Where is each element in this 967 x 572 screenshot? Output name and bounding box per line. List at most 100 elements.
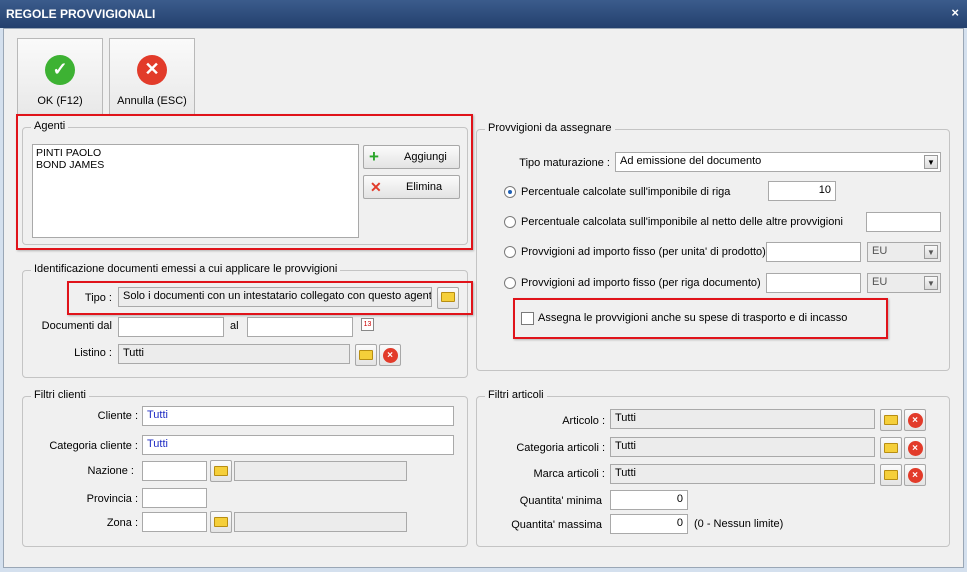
x-icon: ✕ bbox=[370, 179, 382, 195]
opt2-label: Percentuale calcolata sull'imponibile al… bbox=[521, 216, 843, 228]
documenti-dal-field[interactable] bbox=[118, 317, 224, 337]
remove-agent-label: Elimina bbox=[406, 181, 443, 193]
opt3-label: Provvigioni ad importo fisso (per unita'… bbox=[521, 246, 766, 258]
categoria-articoli-label: Categoria articoli : bbox=[516, 442, 605, 454]
marca-articoli-field[interactable]: Tutti bbox=[610, 464, 875, 484]
tipo-field[interactable]: Solo i documenti con un intestatario col… bbox=[118, 287, 432, 307]
assegna-label: Assegna le provvigioni anche su spese di… bbox=[538, 312, 848, 324]
cancel-button[interactable]: ✕ Annulla (ESC) bbox=[109, 38, 195, 116]
articolo-label: Articolo : bbox=[562, 415, 605, 427]
tipo-maturazione-label: Tipo maturazione : bbox=[519, 157, 610, 169]
radio-percentuale-netto[interactable] bbox=[504, 216, 516, 228]
opt2-field[interactable] bbox=[866, 212, 941, 232]
add-agent-label: Aggiungi bbox=[404, 151, 447, 163]
close-icon[interactable]: × bbox=[951, 5, 959, 20]
articolo-clear-button[interactable]: × bbox=[904, 409, 926, 431]
ok-button[interactable]: ✓ OK (F12) bbox=[17, 38, 103, 116]
opt4-currency-select[interactable]: EU ▼ bbox=[867, 273, 941, 293]
nazione-label: Nazione : bbox=[87, 465, 134, 477]
close-icon: ✕ bbox=[137, 55, 167, 85]
listino-folder-button[interactable] bbox=[355, 344, 377, 366]
radio-fisso-riga[interactable] bbox=[504, 277, 516, 289]
listino-clear-button[interactable]: × bbox=[379, 344, 401, 366]
window-title: REGOLE PROVVIGIONALI bbox=[6, 7, 156, 21]
check-icon: ✓ bbox=[45, 55, 75, 85]
folder-icon bbox=[884, 470, 898, 480]
zona-desc-field bbox=[234, 512, 407, 532]
opt3-currency-value: EU bbox=[872, 245, 888, 257]
listino-field[interactable]: Tutti bbox=[118, 344, 350, 364]
provvigioni-legend: Provvigioni da assegnare bbox=[485, 122, 615, 134]
articolo-field[interactable]: Tutti bbox=[610, 409, 875, 429]
chevron-down-icon[interactable]: ▼ bbox=[924, 276, 938, 290]
marca-articoli-label: Marca articoli : bbox=[533, 468, 605, 480]
folder-icon bbox=[441, 292, 455, 302]
delete-icon: × bbox=[907, 413, 923, 428]
al-label: al bbox=[230, 320, 239, 332]
folder-icon bbox=[214, 466, 228, 476]
tipo-picker-button[interactable] bbox=[437, 287, 459, 309]
zona-folder-button[interactable] bbox=[210, 511, 232, 533]
zona-code-field[interactable] bbox=[142, 512, 207, 532]
opt4-field[interactable] bbox=[766, 273, 861, 293]
ok-button-label: OK (F12) bbox=[37, 95, 83, 107]
documenti-dal-label: Documenti dal bbox=[41, 320, 112, 332]
remove-agent-button[interactable]: ✕ Elimina bbox=[363, 175, 460, 199]
chevron-down-icon[interactable]: ▼ bbox=[924, 155, 938, 169]
list-item[interactable]: PINTI PAOLO bbox=[36, 147, 355, 159]
quantita-minima-field[interactable]: 0 bbox=[610, 490, 688, 510]
chevron-down-icon[interactable]: ▼ bbox=[924, 245, 938, 259]
quantita-minima-label: Quantita' minima bbox=[519, 495, 602, 507]
quantita-massima-hint: (0 - Nessun limite) bbox=[694, 518, 784, 530]
quantita-massima-field[interactable]: 0 bbox=[610, 514, 688, 534]
provincia-field[interactable] bbox=[142, 488, 207, 508]
list-item[interactable]: BOND JAMES bbox=[36, 159, 355, 171]
filtri-articoli-legend: Filtri articoli bbox=[485, 389, 547, 401]
tipo-maturazione-select[interactable]: Ad emissione del documento ▼ bbox=[615, 152, 941, 172]
listino-label: Listino : bbox=[74, 347, 112, 359]
quantita-massima-label: Quantita' massima bbox=[511, 519, 602, 531]
opt4-label: Provvigioni ad importo fisso (per riga d… bbox=[521, 277, 761, 289]
documenti-al-field[interactable] bbox=[247, 317, 353, 337]
categoria-articoli-field[interactable]: Tutti bbox=[610, 437, 875, 457]
folder-icon bbox=[214, 517, 228, 527]
categoria-articoli-folder-button[interactable] bbox=[880, 437, 902, 459]
folder-icon bbox=[359, 350, 373, 360]
articolo-folder-button[interactable] bbox=[880, 409, 902, 431]
marca-articoli-folder-button[interactable] bbox=[880, 464, 902, 486]
zona-label: Zona : bbox=[106, 517, 138, 529]
agenti-list[interactable]: PINTI PAOLO BOND JAMES bbox=[32, 144, 359, 238]
delete-icon: × bbox=[382, 348, 398, 363]
delete-icon: × bbox=[907, 468, 923, 483]
delete-icon: × bbox=[907, 441, 923, 456]
folder-icon bbox=[884, 443, 898, 453]
filtri-clienti-legend: Filtri clienti bbox=[31, 389, 89, 401]
assegna-checkbox[interactable] bbox=[521, 312, 534, 325]
plus-icon: + bbox=[369, 147, 379, 166]
add-agent-button[interactable]: + Aggiungi bbox=[363, 145, 460, 169]
nazione-code-field[interactable] bbox=[142, 461, 207, 481]
nazione-desc-field bbox=[234, 461, 407, 481]
opt1-label: Percentuale calcolate sull'imponibile di… bbox=[521, 186, 731, 198]
opt1-field[interactable]: 10 bbox=[768, 181, 836, 201]
categoria-cliente-field[interactable]: Tutti bbox=[142, 435, 454, 455]
tipo-maturazione-value: Ad emissione del documento bbox=[620, 155, 762, 167]
marca-articoli-clear-button[interactable]: × bbox=[904, 464, 926, 486]
categoria-cliente-label: Categoria cliente : bbox=[49, 440, 138, 452]
title-bar: REGOLE PROVVIGIONALI × bbox=[0, 0, 967, 28]
opt3-field[interactable] bbox=[766, 242, 861, 262]
tipo-label: Tipo : bbox=[84, 292, 112, 304]
radio-percentuale-riga[interactable] bbox=[504, 186, 516, 198]
cancel-button-label: Annulla (ESC) bbox=[117, 95, 187, 107]
categoria-articoli-clear-button[interactable]: × bbox=[904, 437, 926, 459]
calendar-icon[interactable]: 13 bbox=[361, 318, 374, 331]
cliente-label: Cliente : bbox=[97, 410, 138, 422]
provincia-label: Provincia : bbox=[86, 493, 138, 505]
cliente-field[interactable]: Tutti bbox=[142, 406, 454, 426]
nazione-folder-button[interactable] bbox=[210, 460, 232, 482]
identificazione-legend: Identificazione documenti emessi a cui a… bbox=[31, 263, 341, 275]
opt4-currency-value: EU bbox=[872, 276, 888, 288]
opt3-currency-select[interactable]: EU ▼ bbox=[867, 242, 941, 262]
radio-fisso-unita[interactable] bbox=[504, 246, 516, 258]
folder-icon bbox=[884, 415, 898, 425]
